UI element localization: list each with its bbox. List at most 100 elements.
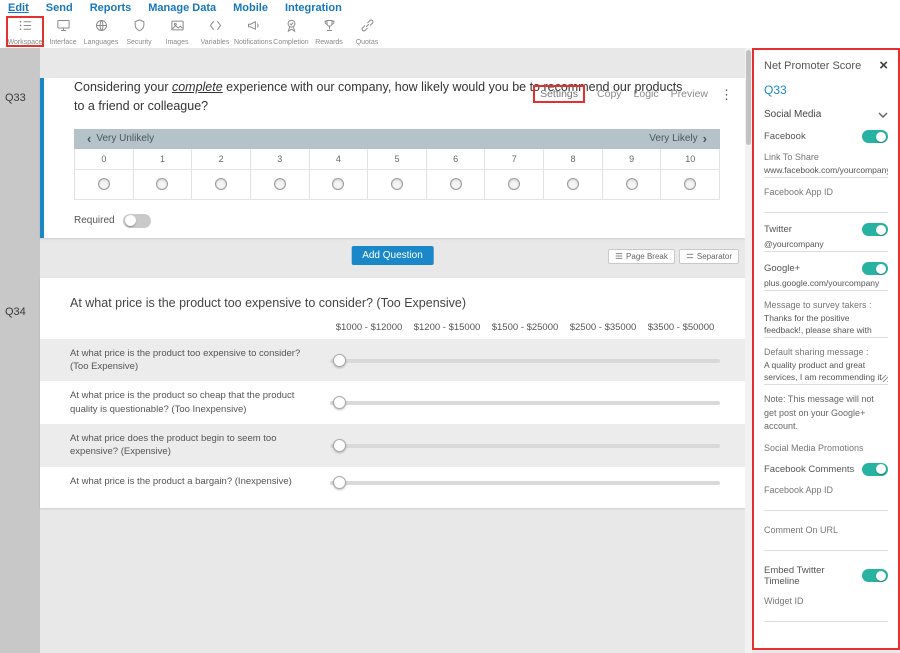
menu-item-reports[interactable]: Reports	[90, 2, 132, 14]
price-column-header: $2500 - $35000	[564, 322, 642, 333]
toolbar-item-quotas[interactable]: Quotas	[348, 16, 386, 47]
scale-value: 3	[251, 149, 310, 170]
slider-handle[interactable]	[333, 396, 346, 409]
price-row-label: At what price is the product too expensi…	[70, 347, 330, 374]
price-slider-row: At what price is the product a bargain? …	[40, 467, 745, 498]
toolbar-item-languages[interactable]: Languages	[82, 16, 120, 47]
nps-scale-header: ‹ Very Unlikely Very Likely ›	[74, 129, 720, 149]
toolbar-item-label: Languages	[84, 39, 119, 46]
question-text-pre: Considering your	[74, 80, 172, 94]
toolbar-item-rewards[interactable]: Rewards	[310, 16, 348, 47]
price-slider-row: At what price does the product begin to …	[40, 424, 745, 467]
toolbar-item-label: Workspace	[8, 39, 43, 46]
widget-id-input[interactable]	[764, 606, 888, 622]
menu-item-integration[interactable]: Integration	[285, 2, 342, 14]
toolbar-item-images[interactable]: Images	[158, 16, 196, 47]
menu-item-manage-data[interactable]: Manage Data	[148, 2, 216, 14]
scale-radio[interactable]	[684, 178, 696, 190]
logic-button[interactable]: Logic	[634, 88, 659, 100]
scrollbar-thumb[interactable]	[746, 50, 751, 145]
default-sharing-message-input[interactable]: A quality product and great services, I …	[764, 357, 888, 385]
scale-radio[interactable]	[215, 178, 227, 190]
section-label: Social Media	[764, 109, 821, 120]
twitter-handle-input[interactable]	[764, 236, 888, 252]
message-to-survey-takers-label: Message to survey takers :	[764, 300, 888, 310]
link-to-share-label: Link To Share	[764, 152, 888, 162]
scale-radio[interactable]	[274, 178, 286, 190]
facebook-app-id-2-input[interactable]	[764, 495, 888, 511]
scale-radio[interactable]	[626, 178, 638, 190]
nps-radio-row	[74, 170, 720, 200]
toolbar-item-variables[interactable]: Variables	[196, 16, 234, 47]
separator-button[interactable]: Separator	[679, 249, 739, 264]
survey-canvas: Settings Copy Logic Preview ⋮ Considerin…	[40, 48, 745, 653]
scale-radio[interactable]	[450, 178, 462, 190]
scale-radio[interactable]	[156, 178, 168, 190]
preview-button[interactable]: Preview	[671, 88, 708, 100]
slider-handle[interactable]	[333, 354, 346, 367]
interface-icon	[56, 18, 71, 38]
scale-value: 7	[485, 149, 544, 170]
twitter-toggle[interactable]	[862, 223, 888, 236]
message-to-survey-takers-input[interactable]: Thanks for the positive feedback!, pleas…	[764, 310, 888, 338]
resize-grip-icon[interactable]	[881, 375, 888, 382]
facebook-app-id-input[interactable]	[764, 197, 888, 213]
settings-button[interactable]: Settings	[533, 85, 585, 103]
scale-chevron-left-icon[interactable]: ‹	[87, 131, 91, 146]
price-row-label: At what price is the product a bargain? …	[70, 475, 330, 488]
survey-builder-app: Edit Send Reports Manage Data Mobile Int…	[0, 0, 900, 653]
price-slider-row: At what price is the product too expensi…	[40, 339, 745, 382]
slider-track[interactable]	[330, 359, 720, 363]
link-to-share-input[interactable]	[764, 162, 888, 178]
embed-twitter-timeline-toggle[interactable]	[862, 569, 888, 582]
scale-radio[interactable]	[332, 178, 344, 190]
price-slider	[330, 395, 720, 410]
price-row-label: At what price does the product begin to …	[70, 432, 330, 459]
slider-handle[interactable]	[333, 476, 346, 489]
add-question-button[interactable]: Add Question	[351, 246, 434, 265]
price-column-header: $1000 - $12000	[330, 322, 408, 333]
completion-ribbon-icon	[284, 18, 299, 38]
panel-title: Net Promoter Score	[764, 60, 861, 72]
scale-radio[interactable]	[567, 178, 579, 190]
toolbar-item-label: Quotas	[356, 39, 379, 46]
google-plus-label: Google+	[764, 263, 800, 274]
price-slider-row: At what price is the product so cheap th…	[40, 381, 745, 424]
more-options-icon[interactable]: ⋮	[720, 88, 733, 101]
google-plus-toggle[interactable]	[862, 262, 888, 275]
slider-handle[interactable]	[333, 439, 346, 452]
menu-item-send[interactable]: Send	[46, 2, 73, 14]
slider-track[interactable]	[330, 444, 720, 448]
social-media-section-header[interactable]: Social Media	[764, 109, 888, 120]
variables-icon	[208, 18, 223, 38]
page-break-button[interactable]: Page Break	[608, 249, 675, 264]
scale-radio[interactable]	[391, 178, 403, 190]
comment-on-url-input[interactable]	[764, 535, 888, 551]
workspace-icon	[18, 18, 33, 38]
menu-item-edit[interactable]: Edit	[8, 2, 29, 14]
toolbar-item-completion[interactable]: Completion	[272, 16, 310, 47]
vertical-scrollbar[interactable]	[745, 48, 752, 653]
menu-item-mobile[interactable]: Mobile	[233, 2, 268, 14]
price-column-header: $1200 - $15000	[408, 322, 486, 333]
toolbar-item-security[interactable]: Security	[120, 16, 158, 47]
copy-button[interactable]: Copy	[597, 88, 622, 100]
question-text-emphasis: complete	[172, 80, 223, 94]
slider-track[interactable]	[330, 481, 720, 485]
required-toggle[interactable]	[123, 214, 151, 228]
price-row-label: At what price is the product so cheap th…	[70, 389, 330, 416]
close-icon[interactable]: ×	[879, 58, 888, 73]
scale-chevron-right-icon[interactable]: ›	[703, 131, 707, 146]
toolbar-item-interface[interactable]: Interface	[44, 16, 82, 47]
google-plus-url-input[interactable]	[764, 275, 888, 291]
twitter-label: Twitter	[764, 224, 792, 235]
question-actions: Settings Copy Logic Preview ⋮	[533, 85, 733, 103]
scale-radio[interactable]	[98, 178, 110, 190]
facebook-toggle[interactable]	[862, 130, 888, 143]
toolbar-item-workspace[interactable]: Workspace	[6, 16, 44, 47]
facebook-comments-toggle[interactable]	[862, 463, 888, 476]
toolbar-item-notifications[interactable]: Notifications	[234, 16, 272, 47]
scale-left-label: Very Unlikely	[96, 133, 154, 144]
slider-track[interactable]	[330, 401, 720, 405]
scale-radio[interactable]	[508, 178, 520, 190]
